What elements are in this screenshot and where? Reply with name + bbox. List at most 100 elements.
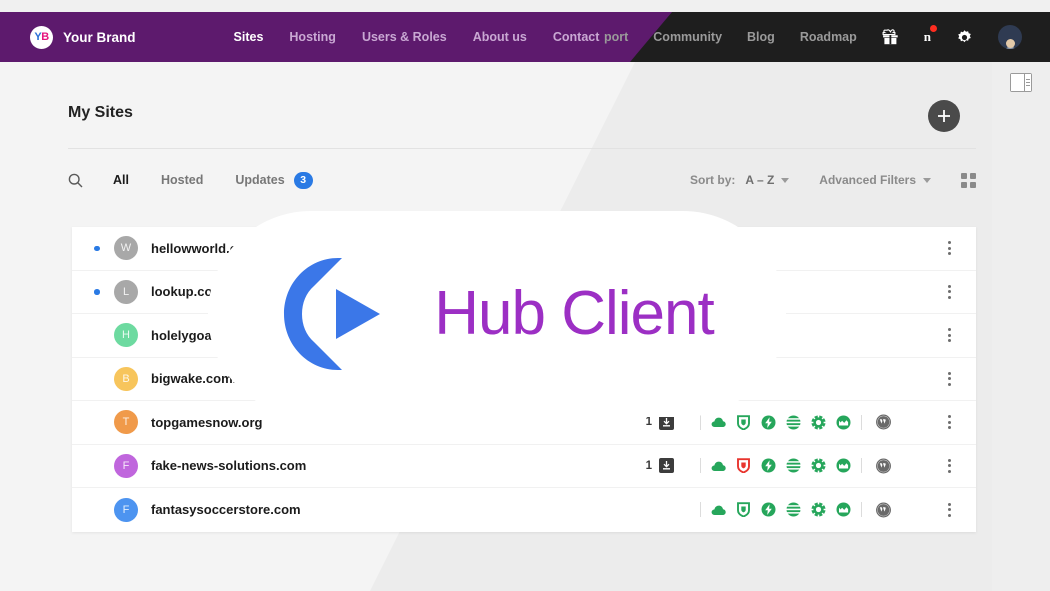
site-avatar: B <box>114 367 138 391</box>
updates-number: 1 <box>646 460 652 472</box>
notifications-icon[interactable]: n <box>924 29 931 45</box>
hub-client-logo <box>280 256 388 372</box>
update-indicator-dot <box>94 289 110 295</box>
shield-icon[interactable] <box>736 502 751 517</box>
sidebar-toggle-icon[interactable] <box>1010 73 1032 92</box>
divider <box>861 415 862 430</box>
hub-client-title: Hub Client <box>434 283 713 345</box>
add-site-button[interactable] <box>928 100 960 132</box>
notification-badge-dot <box>930 25 937 32</box>
search-icon[interactable] <box>68 173 83 188</box>
row-actions-menu[interactable] <box>932 241 966 255</box>
plus-icon <box>937 109 951 123</box>
nav-item-sites[interactable]: Sites <box>234 30 264 44</box>
filter-bar: All Hosted Updates 3 Sort by: A – Z Adva… <box>68 162 976 198</box>
sidebar-toggle-main <box>1011 74 1024 91</box>
update-indicator-dot <box>94 246 110 252</box>
nav-item-about-us[interactable]: About us <box>473 30 527 44</box>
nav-item-community[interactable]: Community <box>653 30 722 44</box>
site-avatar: F <box>114 454 138 478</box>
sync-icon[interactable] <box>836 415 851 430</box>
updates-count[interactable]: 1 <box>646 415 674 430</box>
brand-name: Your Brand <box>63 30 136 45</box>
bolt-icon[interactable] <box>761 415 776 430</box>
table-row[interactable]: Ffantasysoccerstore.com <box>72 488 976 532</box>
nav-item-contact[interactable]: Contact <box>553 30 600 44</box>
nav-item-blog[interactable]: Blog <box>747 30 775 44</box>
smush-icon[interactable] <box>811 458 826 473</box>
filter-tab-all[interactable]: All <box>113 173 129 187</box>
divider <box>700 458 701 473</box>
cloud-icon[interactable] <box>711 415 726 430</box>
gift-icon[interactable] <box>882 29 899 45</box>
page-right-strip <box>992 62 1050 591</box>
filter-tab-updates[interactable]: Updates 3 <box>235 172 312 189</box>
avatar[interactable] <box>998 25 1022 49</box>
cloud-icon[interactable] <box>711 458 726 473</box>
row-actions-menu[interactable] <box>932 503 966 517</box>
site-name[interactable]: fake-news-solutions.com <box>151 458 306 473</box>
sync-icon[interactable] <box>836 458 851 473</box>
site-avatar: L <box>114 280 138 304</box>
row-actions-menu[interactable] <box>932 459 966 473</box>
bolt-icon[interactable] <box>761 502 776 517</box>
hummingbird-icon[interactable] <box>786 415 801 430</box>
row-actions-menu[interactable] <box>932 285 966 299</box>
site-avatar: T <box>114 410 138 434</box>
advanced-filters-label[interactable]: Advanced Filters <box>819 173 916 187</box>
row-actions-menu[interactable] <box>932 415 966 429</box>
wordpress-icon[interactable] <box>876 502 891 517</box>
divider <box>861 502 862 517</box>
sync-icon[interactable] <box>836 502 851 517</box>
primary-nav: Sites Hosting Users & Roles About us Con… <box>234 30 600 44</box>
site-avatar: H <box>114 323 138 347</box>
row-actions-menu[interactable] <box>932 328 966 342</box>
updates-count-badge: 3 <box>294 172 313 189</box>
divider <box>700 415 701 430</box>
nav-item-roadmap[interactable]: Roadmap <box>800 30 857 44</box>
smush-icon[interactable] <box>811 502 826 517</box>
site-name[interactable]: hellowworld.c <box>151 241 237 256</box>
bolt-icon[interactable] <box>761 458 776 473</box>
table-row[interactable]: Ffake-news-solutions.com 1 <box>72 445 976 489</box>
avatar-face <box>1006 39 1015 48</box>
site-services <box>700 415 910 430</box>
shield-icon[interactable] <box>736 415 751 430</box>
app-window: YB Your Brand Sites Hosting Users & Role… <box>0 0 1050 591</box>
gear-icon[interactable] <box>956 29 973 46</box>
hub-client-branding-overlay: Hub Client <box>208 211 786 417</box>
title-divider <box>68 148 976 149</box>
nav-item-support[interactable]: port <box>604 30 628 44</box>
cloud-icon[interactable] <box>711 502 726 517</box>
chevron-down-icon[interactable] <box>781 178 789 183</box>
site-name[interactable]: topgamesnow.org <box>151 415 262 430</box>
sort-by-label: Sort by: <box>690 173 735 187</box>
filter-tab-hosted[interactable]: Hosted <box>161 173 203 187</box>
download-update-icon[interactable] <box>659 458 674 473</box>
brand-logo-letter-y: Y <box>34 32 41 43</box>
wordpress-icon[interactable] <box>876 458 891 473</box>
hummingbird-icon[interactable] <box>786 502 801 517</box>
nav-item-hosting[interactable]: Hosting <box>289 30 336 44</box>
shield-icon[interactable] <box>736 458 751 473</box>
chevron-down-icon[interactable] <box>923 178 931 183</box>
nav-item-users-roles[interactable]: Users & Roles <box>362 30 447 44</box>
download-update-icon[interactable] <box>659 415 674 430</box>
site-name[interactable]: fantasysoccerstore.com <box>151 502 301 517</box>
page-title: My Sites <box>68 104 133 122</box>
site-name[interactable]: lookup.co. <box>151 284 216 299</box>
site-services <box>700 502 910 517</box>
grid-view-icon[interactable] <box>961 173 976 188</box>
site-name[interactable]: holelygoat <box>151 328 216 343</box>
site-avatar: F <box>114 498 138 522</box>
brand-logo-icon: YB <box>30 26 53 49</box>
brand[interactable]: YB Your Brand <box>30 26 136 49</box>
updates-count[interactable]: 1 <box>646 458 674 473</box>
smush-icon[interactable] <box>811 415 826 430</box>
wordpress-icon[interactable] <box>876 415 891 430</box>
divider <box>861 458 862 473</box>
hummingbird-icon[interactable] <box>786 458 801 473</box>
sort-by-value[interactable]: A – Z <box>745 173 774 187</box>
site-avatar: W <box>114 236 138 260</box>
row-actions-menu[interactable] <box>932 372 966 386</box>
